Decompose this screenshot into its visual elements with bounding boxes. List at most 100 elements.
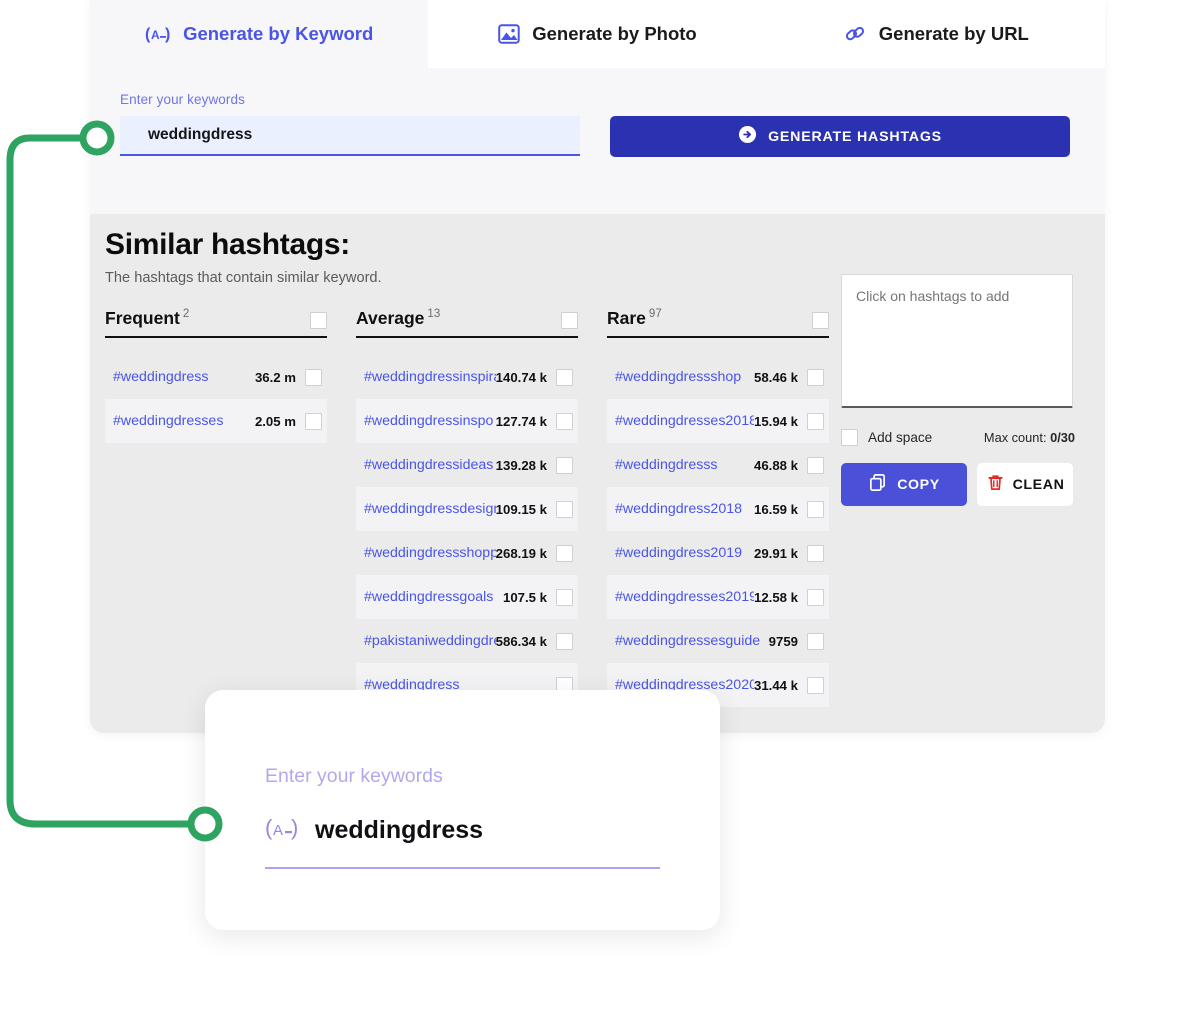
table-row[interactable]: #weddingdressgoals 107.5 k (356, 575, 578, 619)
hashtag-checkbox[interactable] (556, 544, 573, 562)
generate-hashtags-button[interactable]: GENERATE HASHTAGS (610, 116, 1070, 157)
column-select-all-checkbox-frequent[interactable] (310, 312, 327, 329)
callout-content: Enter your keywords ( A ) weddingdress (205, 690, 720, 869)
table-row[interactable]: #weddingdressinspo 127.74 k (356, 399, 578, 443)
table-row[interactable]: #weddingdressshop 58.46 k (607, 355, 829, 399)
hashtag-count: 140.74 k (495, 369, 547, 385)
link-icon (843, 22, 867, 46)
column-frequent: Frequent 2 #weddingdress 36.2 m #wedding… (105, 308, 327, 707)
hashtag-checkbox[interactable] (807, 412, 824, 430)
table-row[interactable]: #weddingdresses2018 15.94 k (607, 399, 829, 443)
hashtag-checkbox[interactable] (807, 500, 824, 518)
table-row[interactable]: #weddingdressshoppi 268.19 k (356, 531, 578, 575)
table-row[interactable]: #weddingdress2018 16.59 k (607, 487, 829, 531)
hashtag-generator-card: ( A ) Generate by Keyword Generate by Ph… (90, 0, 1105, 733)
column-list-rare: #weddingdressshop 58.46 k #weddingdresse… (607, 355, 829, 707)
hashtag-count: 46.88 k (754, 457, 798, 473)
max-count-status: Max count: 0/30 (984, 430, 1075, 445)
table-row[interactable]: #weddingdressdesign 109.15 k (356, 487, 578, 531)
clean-button[interactable]: CLEAN (977, 463, 1073, 506)
hashtag-checkbox[interactable] (556, 412, 573, 430)
tab-bar: ( A ) Generate by Keyword Generate by Ph… (90, 0, 1105, 68)
column-count: 2 (182, 308, 190, 321)
table-row[interactable]: #weddingdress2019 29.91 k (607, 531, 829, 575)
panel-options-row: Add space Max count: 0/30 (841, 429, 1075, 446)
hashtag-checkbox[interactable] (556, 500, 573, 518)
copy-label: COPY (897, 476, 940, 493)
keyword-callout-card: Enter your keywords ( A ) weddingdress (205, 690, 720, 930)
hashtag-checkbox[interactable] (556, 368, 573, 386)
generate-hashtags-label: GENERATE HASHTAGS (768, 128, 942, 145)
tab-generate-by-url[interactable]: Generate by URL (766, 0, 1105, 68)
hashtag-checkbox[interactable] (305, 412, 322, 430)
max-count-label: Max count: (983, 430, 1051, 445)
keyword-icon: ( A ) (265, 815, 299, 845)
hashtag-count: 127.74 k (495, 413, 547, 429)
column-title-average: Average 13 (356, 308, 441, 328)
hashtag-label: #weddingdress2019 (615, 545, 742, 561)
max-count-value: 0/30 (1050, 430, 1075, 445)
hashtag-checkbox[interactable] (807, 676, 824, 694)
hashtag-checkbox[interactable] (807, 544, 824, 562)
panel-buttons: COPY CLEAN (841, 463, 1075, 506)
keyword-input-label: Enter your keywords (120, 92, 245, 107)
column-rare: Rare 97 #weddingdressshop 58.46 k #weddi… (607, 308, 829, 707)
hashtag-count: 16.59 k (754, 501, 798, 517)
keyword-input[interactable] (120, 116, 580, 156)
selected-hashtags-textarea[interactable] (841, 274, 1073, 408)
arrow-right-circle-icon (738, 125, 757, 148)
hashtag-checkbox[interactable] (807, 456, 824, 474)
hashtag-label: #weddingdresses2018 (615, 413, 754, 429)
column-header: Rare 97 (607, 308, 829, 338)
hashtag-checkbox[interactable] (556, 456, 573, 474)
hashtag-count: 12.58 k (754, 589, 798, 605)
hashtag-checkbox[interactable] (807, 588, 824, 606)
svg-text:(: ( (265, 816, 273, 840)
hashtag-label: #weddingdressinspo (364, 413, 494, 429)
hashtag-columns: Frequent 2 #weddingdress 36.2 m #wedding… (105, 308, 841, 707)
add-space-checkbox[interactable] (841, 429, 858, 446)
hashtag-checkbox[interactable] (556, 632, 573, 650)
column-title-frequent: Frequent 2 (105, 308, 190, 328)
tab-generate-by-photo[interactable]: Generate by Photo (428, 0, 767, 68)
hashtag-checkbox[interactable] (807, 368, 824, 386)
table-row[interactable]: #weddingdresses 2.05 m (105, 399, 327, 443)
column-title-rare: Rare 97 (607, 308, 662, 328)
tab-generate-by-keyword[interactable]: ( A ) Generate by Keyword (90, 0, 429, 68)
page-title: Similar hashtags: (105, 228, 350, 261)
hashtag-label: #weddingdressinspira (364, 369, 496, 385)
hashtag-label: #pakistaniweddingdre (364, 633, 496, 649)
table-row[interactable]: #weddingdressesguide 9759 (607, 619, 829, 663)
hashtag-checkbox[interactable] (556, 588, 573, 606)
keyword-input-wrapper (120, 116, 580, 156)
copy-button[interactable]: COPY (841, 463, 967, 506)
tab-label: Generate by Keyword (183, 23, 374, 44)
table-row[interactable]: #weddingdresss 46.88 k (607, 443, 829, 487)
hashtag-count: 31.44 k (754, 677, 798, 693)
hashtag-count: 36.2 m (254, 369, 296, 385)
hashtag-label: #weddingdresss (615, 457, 718, 473)
callout-label: Enter your keywords (265, 765, 443, 787)
hashtag-count: 139.28 k (495, 457, 547, 473)
column-select-all-checkbox-average[interactable] (561, 312, 578, 329)
hashtag-label: #weddingdresses2019 (615, 589, 754, 605)
table-row[interactable]: #weddingdressideas 139.28 k (356, 443, 578, 487)
hashtag-checkbox[interactable] (305, 368, 322, 386)
hashtag-label: #weddingdressshop (615, 369, 742, 385)
hashtag-checkbox[interactable] (807, 632, 824, 650)
svg-text:): ) (165, 26, 170, 43)
photo-icon (498, 23, 520, 45)
screenshot-root: ( A ) Generate by Keyword Generate by Ph… (0, 0, 1200, 1024)
keyword-form: Enter your keywords GENERATE HASHTAGS (90, 68, 1105, 214)
column-select-all-checkbox-rare[interactable] (812, 312, 829, 329)
column-count: 97 (648, 308, 662, 321)
hashtag-label: #weddingdress (113, 369, 209, 385)
table-row[interactable]: #pakistaniweddingdre 586.34 k (356, 619, 578, 663)
hashtag-label: #weddingdressdesign (364, 501, 496, 517)
add-space-option[interactable]: Add space (841, 429, 932, 446)
table-row[interactable]: #weddingdresses2019 12.58 k (607, 575, 829, 619)
column-average: Average13 #weddingdressinspira 140.74 k (356, 308, 578, 707)
table-row[interactable]: #weddingdressinspira 140.74 k (356, 355, 578, 399)
table-row[interactable]: #weddingdress 36.2 m (105, 355, 327, 399)
hashtag-label: #weddingdress2018 (615, 501, 742, 517)
